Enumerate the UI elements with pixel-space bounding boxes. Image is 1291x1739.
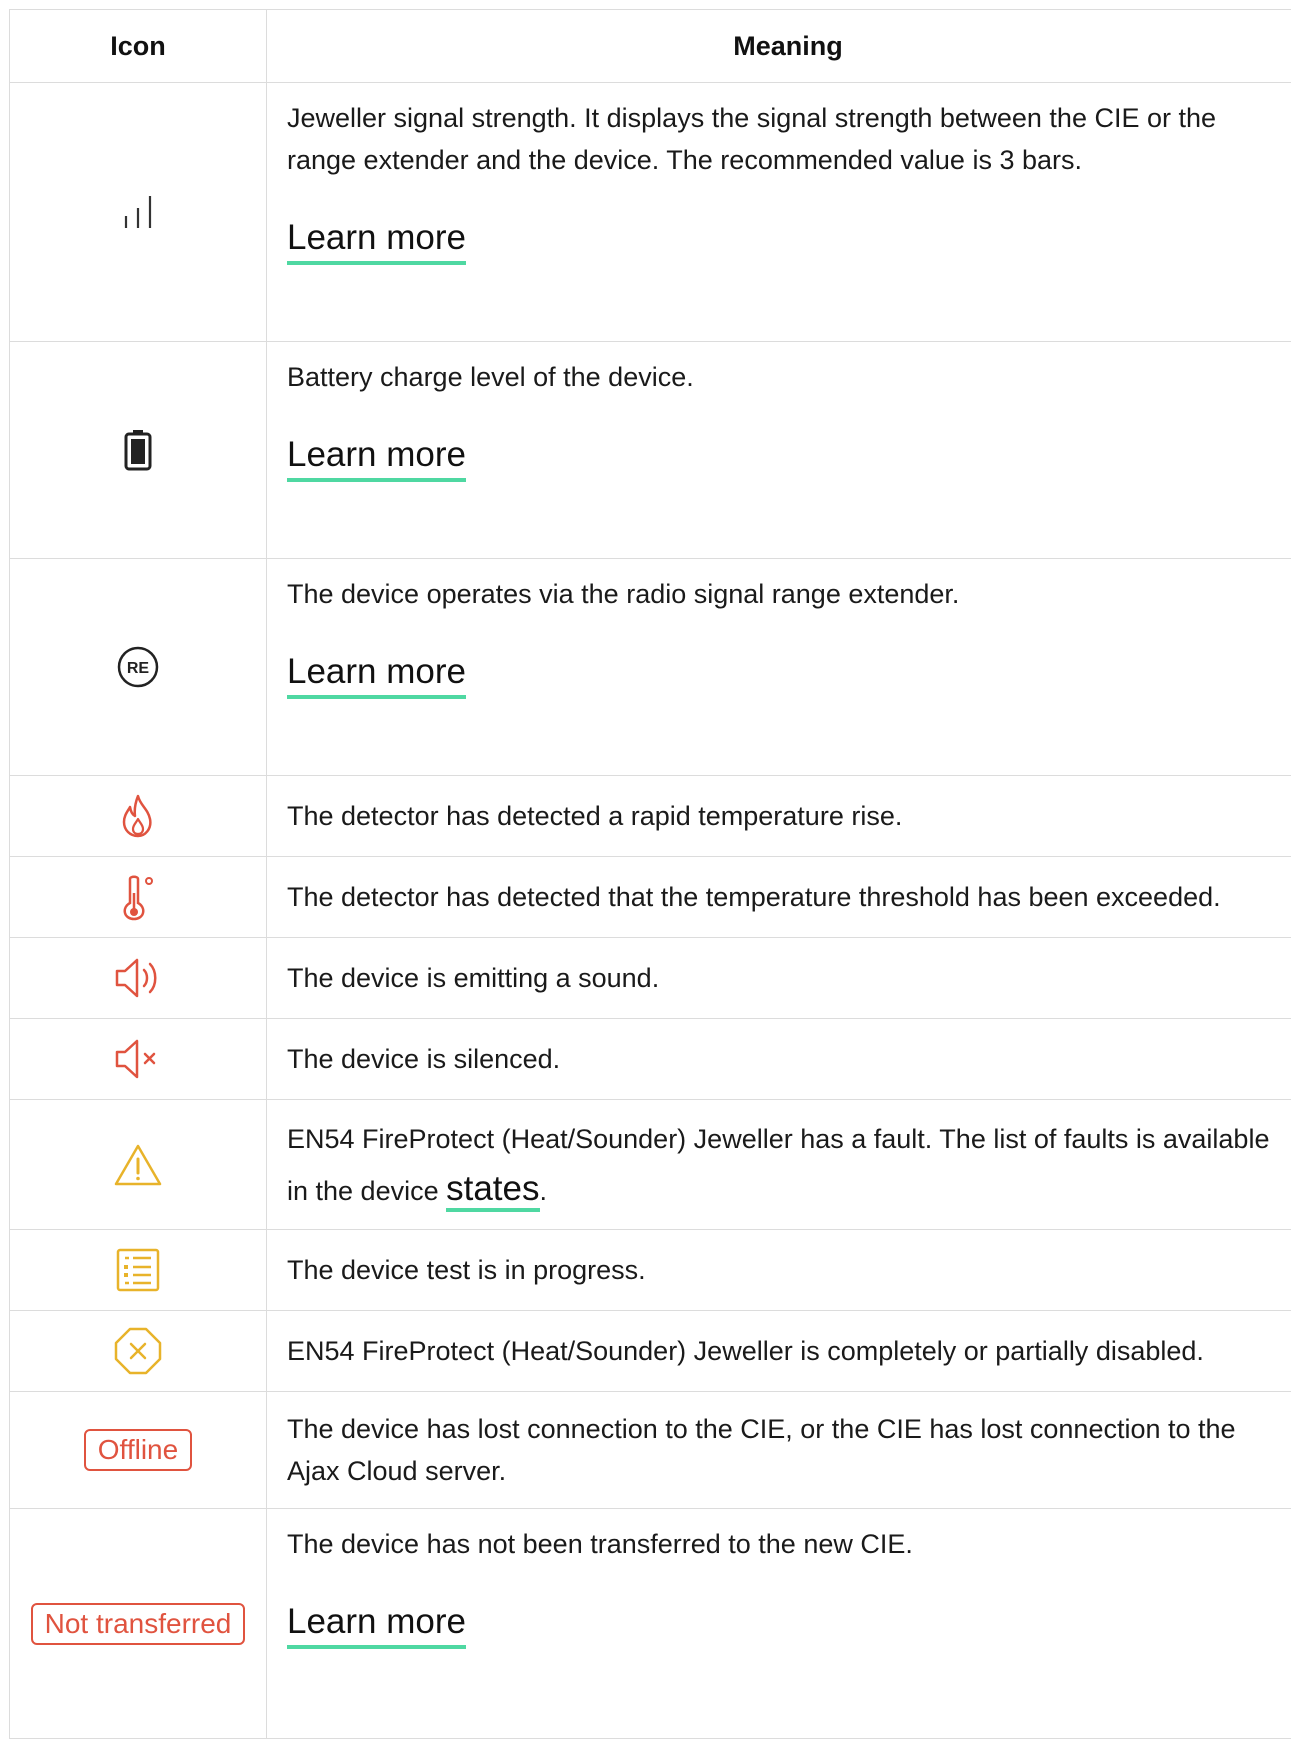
header-meaning: Meaning xyxy=(267,10,1291,83)
meaning-text: Battery charge level of the device. xyxy=(287,356,1279,398)
icon-cell xyxy=(10,1100,267,1230)
icons-table-container: Icon Meaning Jeweller signal strength. I… xyxy=(9,9,1291,1739)
meaning-cell: The device is silenced. xyxy=(267,1019,1291,1100)
meaning-text: The device is silenced. xyxy=(287,1038,1279,1080)
icon-cell xyxy=(10,1230,267,1311)
icons-table: Icon Meaning Jeweller signal strength. I… xyxy=(9,9,1291,1739)
learn-more-link[interactable]: Learn more xyxy=(287,651,466,699)
meaning-text: The detector has detected that the tempe… xyxy=(287,876,1279,918)
meaning-text: The device operates via the radio signal… xyxy=(287,573,1279,615)
icon-cell xyxy=(10,342,267,559)
meaning-cell: EN54 FireProtect (Heat/Sounder) Jeweller… xyxy=(267,1100,1291,1230)
table-row: The detector has detected that the tempe… xyxy=(10,857,1291,938)
table-row: The device is silenced. xyxy=(10,1019,1291,1100)
meaning-text: The device has not been transferred to t… xyxy=(287,1523,1279,1565)
battery-icon xyxy=(123,441,153,458)
not-transferred-badge: Not transferred xyxy=(31,1603,246,1645)
warning-icon xyxy=(113,1156,163,1173)
icon-cell: Offline xyxy=(10,1392,267,1509)
table-row: The device test is in progress. xyxy=(10,1230,1291,1311)
speaker-muted-icon xyxy=(113,1050,163,1067)
thermometer-icon xyxy=(118,888,158,905)
meaning-text: EN54 FireProtect (Heat/Sounder) Jeweller… xyxy=(287,1124,1269,1206)
meaning-text: The device has lost connection to the CI… xyxy=(287,1408,1279,1492)
icon-cell xyxy=(10,776,267,857)
meaning-cell: Jeweller signal strength. It displays th… xyxy=(267,83,1291,342)
learn-more-link[interactable]: Learn more xyxy=(287,434,466,482)
table-header-row: Icon Meaning xyxy=(10,10,1291,83)
meaning-cell: EN54 FireProtect (Heat/Sounder) Jeweller… xyxy=(267,1311,1291,1392)
meaning-text: EN54 FireProtect (Heat/Sounder) Jeweller… xyxy=(287,1330,1279,1372)
disabled-octagon-icon xyxy=(113,1342,163,1359)
icon-cell xyxy=(10,938,267,1019)
learn-more-link[interactable]: Learn more xyxy=(287,217,466,265)
icon-cell: Not transferred xyxy=(10,1509,267,1739)
icon-cell xyxy=(10,83,267,342)
meaning-cell: The device has lost connection to the CI… xyxy=(267,1392,1291,1509)
test-list-icon xyxy=(115,1261,161,1278)
table-row: EN54 FireProtect (Heat/Sounder) Jeweller… xyxy=(10,1100,1291,1230)
meaning-text: The device test is in progress. xyxy=(287,1249,1279,1291)
table-row: The detector has detected a rapid temper… xyxy=(10,776,1291,857)
table-row: Jeweller signal strength. It displays th… xyxy=(10,83,1291,342)
icon-cell xyxy=(10,857,267,938)
states-link[interactable]: states xyxy=(446,1169,539,1212)
meaning-text: Jeweller signal strength. It displays th… xyxy=(287,97,1279,181)
table-row: Battery charge level of the device. Lear… xyxy=(10,342,1291,559)
meaning-text: The device is emitting a sound. xyxy=(287,957,1279,999)
table-row: RE The device operates via the radio sig… xyxy=(10,559,1291,776)
signal-strength-icon xyxy=(118,203,158,220)
icon-cell: RE xyxy=(10,559,267,776)
icon-cell xyxy=(10,1019,267,1100)
range-extender-icon: RE xyxy=(116,658,160,675)
fire-icon xyxy=(118,807,158,824)
icon-cell xyxy=(10,1311,267,1392)
table-row: Offline The device has lost connection t… xyxy=(10,1392,1291,1509)
range-extender-icon-label: RE xyxy=(127,660,150,677)
offline-badge: Offline xyxy=(84,1429,192,1471)
meaning-cell: The device test is in progress. xyxy=(267,1230,1291,1311)
table-row: Not transferred The device has not been … xyxy=(10,1509,1291,1739)
meaning-cell: Battery charge level of the device. Lear… xyxy=(267,342,1291,559)
meaning-cell: The device has not been transferred to t… xyxy=(267,1509,1291,1739)
meaning-text: The detector has detected a rapid temper… xyxy=(287,795,1279,837)
table-row: The device is emitting a sound. xyxy=(10,938,1291,1019)
meaning-cell: The detector has detected that the tempe… xyxy=(267,857,1291,938)
meaning-cell: The detector has detected a rapid temper… xyxy=(267,776,1291,857)
learn-more-link[interactable]: Learn more xyxy=(287,1601,466,1649)
header-icon: Icon xyxy=(10,10,267,83)
meaning-cell: The device operates via the radio signal… xyxy=(267,559,1291,776)
table-row: EN54 FireProtect (Heat/Sounder) Jeweller… xyxy=(10,1311,1291,1392)
speaker-sound-icon xyxy=(113,969,163,986)
meaning-suffix: . xyxy=(540,1176,548,1206)
meaning-cell: The device is emitting a sound. xyxy=(267,938,1291,1019)
